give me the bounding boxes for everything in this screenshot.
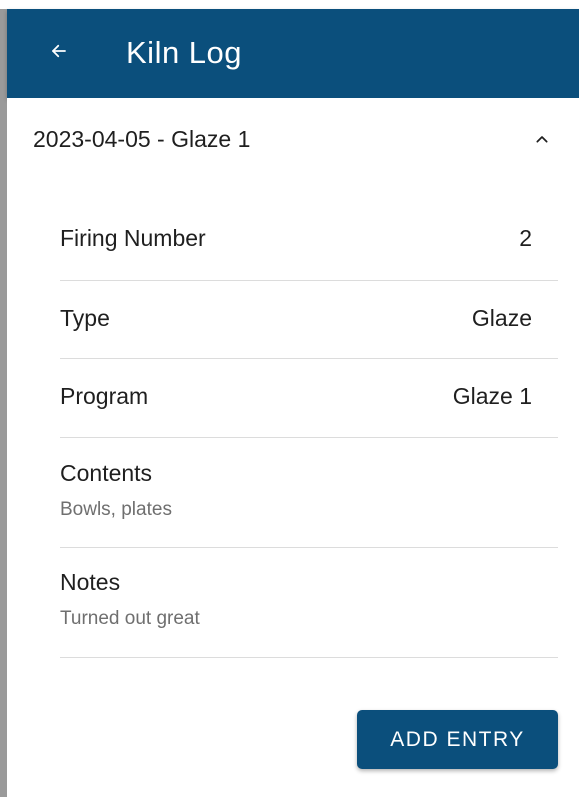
firing-number-label: Firing Number	[60, 225, 206, 251]
back-button[interactable]	[37, 31, 81, 75]
program-value: Glaze 1	[452, 383, 532, 409]
contents-label: Contents	[60, 460, 153, 486]
window-edge	[0, 0, 7, 797]
notes-label: Notes	[60, 569, 121, 595]
notes-row: Notes Turned out great	[60, 548, 558, 658]
type-row: Type Glaze	[60, 281, 558, 359]
firing-number-row: Firing Number 2	[60, 200, 558, 281]
entry-title: 2023-04-05 - Glaze 1	[33, 126, 251, 152]
main-content: 2023-04-05 - Glaze 1 Firing Number 2 Typ…	[7, 98, 579, 797]
app-bar: Kiln Log	[7, 9, 579, 98]
window-top-edge	[0, 0, 579, 9]
type-label: Type	[60, 305, 110, 331]
chevron-up-icon[interactable]	[531, 128, 553, 150]
arrow-left-icon	[50, 42, 68, 65]
app-title: Kiln Log	[126, 35, 243, 70]
program-label: Program	[60, 383, 149, 409]
add-entry-button[interactable]: ADD ENTRY	[357, 710, 558, 769]
entry-accordion-header[interactable]: 2023-04-05 - Glaze 1	[7, 98, 579, 180]
notes-value: Turned out great	[60, 608, 200, 629]
firing-number-value: 2	[519, 225, 532, 251]
contents-value: Bowls, plates	[60, 499, 172, 520]
type-value: Glaze	[471, 305, 532, 331]
contents-row: Contents Bowls, plates	[60, 438, 558, 548]
program-row: Program Glaze 1	[60, 359, 558, 438]
